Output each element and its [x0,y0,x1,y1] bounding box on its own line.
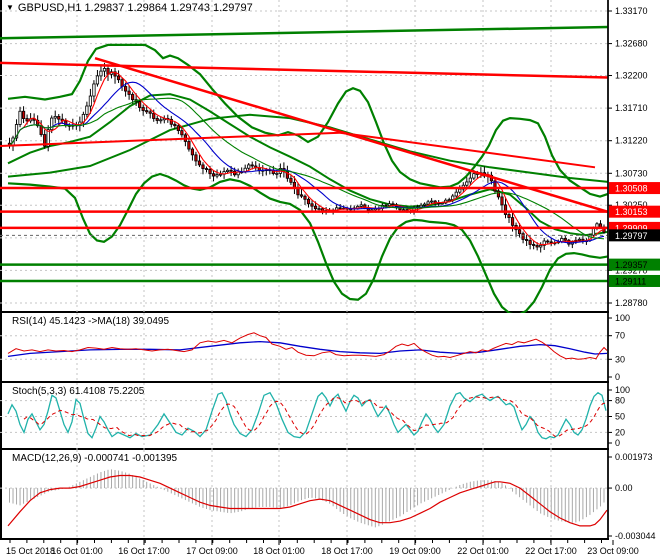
rsi-line [7,332,608,360]
svg-text:100: 100 [615,385,630,395]
rsi-panel: 100 70 30 0 RSI(14) 45.1423 ->MA(18) 39.049… [0,313,660,383]
svg-text:1.30508: 1.30508 [615,184,648,194]
svg-text:1.28780: 1.28780 [615,298,648,308]
svg-text:1.31710: 1.31710 [615,103,648,113]
chart-title-bar: ▼ GBPUSD,H1 1.29837 1.29864 1.29743 1.297… [6,2,253,14]
svg-text:1.32680: 1.32680 [615,39,648,49]
chart-menu-arrow-icon[interactable]: ▼ [6,3,14,12]
svg-text:1.30730: 1.30730 [615,168,648,178]
rsi-ma-line [7,340,608,358]
time-axis-canvas[interactable]: 15 Oct 201816 Oct 01:00 16 Oct 17:00 17 Oc… [0,540,660,560]
svg-text:0: 0 [615,372,620,382]
svg-text:1.32200: 1.32200 [615,71,648,81]
macd-panel: 0.001973 0.00 -0.003044 MACD(12,26,9) -0.0… [0,450,660,540]
time-label: 19 Oct 09:00 [389,546,441,556]
stochastic-label: Stoch(5,3,3) 61.4108 75.2205 [12,386,145,397]
svg-text:50: 50 [615,412,625,422]
svg-text:30: 30 [615,354,625,364]
svg-text:1.29797: 1.29797 [615,231,648,241]
svg-text:1.29357: 1.29357 [615,260,648,270]
rsi-label: RSI(14) 45.1423 ->MA(18) 39.0495 [12,316,170,327]
macd-label: MACD(12,26,9) -0.000741 -0.001395 [12,453,178,464]
time-label: 22 Oct 01:00 [457,546,509,556]
svg-text:1.30153: 1.30153 [615,207,648,217]
time-label: 23 Oct 09:00 [587,546,639,556]
time-label: 16 Oct 17:00 [118,546,170,556]
main-chart-panel: 1.33170 1.32680 1.32200 1.31710 1.31220 1.307… [0,0,660,313]
time-label: 18 Oct 01:00 [253,546,305,556]
svg-text:1.29111: 1.29111 [615,276,646,286]
chart-window: 1.33170 1.32680 1.32200 1.31710 1.31220 1.307… [0,0,660,560]
chart-symbol-ohlc-label: GBPUSD,H1 1.29837 1.29864 1.29743 1.2979… [17,2,253,14]
svg-text:0.001973: 0.001973 [615,452,653,462]
main-chart-canvas[interactable]: 1.33170 1.32680 1.32200 1.31710 1.31220 1.307… [0,0,660,313]
time-label: 16 Oct 01:00 [51,546,103,556]
stoch-k-line [7,391,607,440]
svg-text:70: 70 [615,331,625,341]
svg-text:1.31220: 1.31220 [615,136,648,146]
red-rising-segment [0,131,341,148]
time-label: 17 Oct 09:00 [186,546,238,556]
green-upper-trendline [0,25,609,40]
time-label: 22 Oct 17:00 [525,546,577,556]
time-label: 18 Oct 17:00 [321,546,373,556]
svg-text:-0.003044: -0.003044 [615,531,656,540]
svg-text:1.33170: 1.33170 [615,6,648,16]
red-falling-segment [339,131,596,169]
candles [7,62,606,253]
svg-text:20: 20 [615,427,625,437]
time-label: 15 Oct 2018 [6,546,55,556]
stochastic-panel: 100 80 50 20 0 Stoch(5,3,3) 61.4108 75.2205 [0,383,660,450]
svg-text:0: 0 [615,438,620,448]
svg-text:0.00: 0.00 [615,483,633,493]
svg-text:80: 80 [615,396,625,406]
time-axis[interactable]: 15 Oct 2018 16 Oct 01:00 16 Oct 17:00 17 Oc… [0,540,660,560]
svg-text:100: 100 [615,313,630,323]
